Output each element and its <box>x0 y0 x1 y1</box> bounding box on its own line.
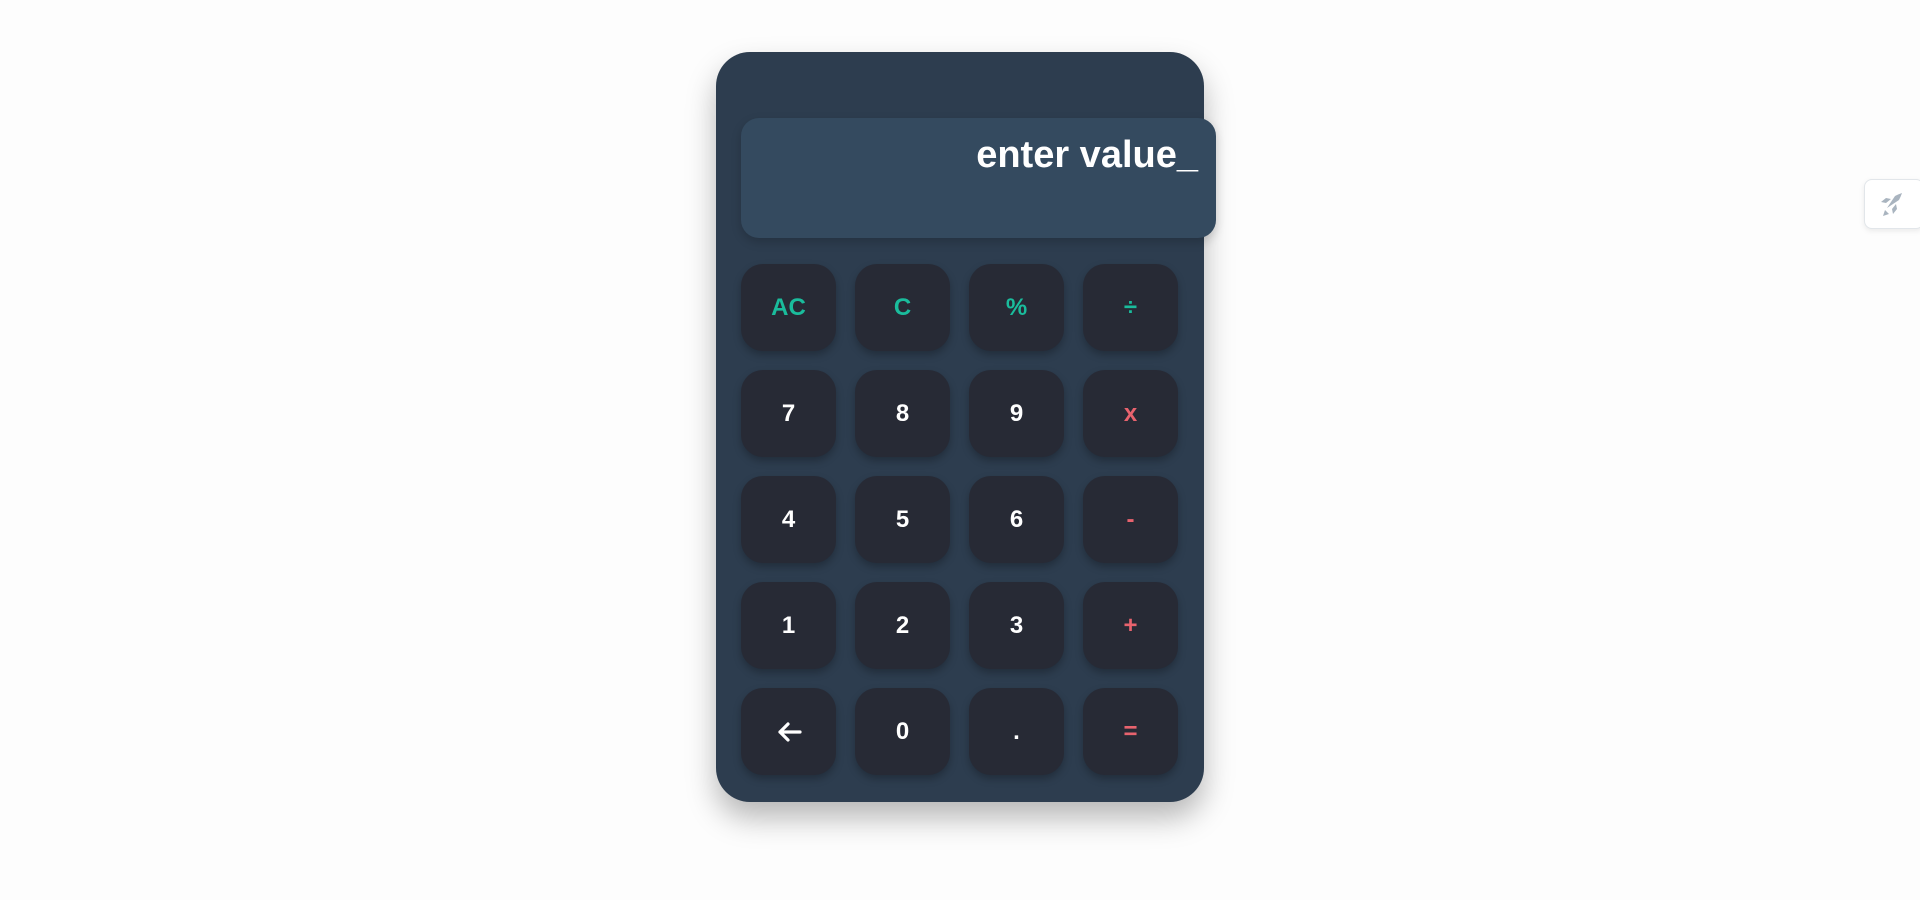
digit-0-button[interactable]: 0 <box>855 688 950 775</box>
digit-5-button[interactable]: 5 <box>855 476 950 563</box>
clear-button[interactable]: C <box>855 264 950 351</box>
digit-4-button[interactable]: 4 <box>741 476 836 563</box>
digit-7-button[interactable]: 7 <box>741 370 836 457</box>
digit-3-button[interactable]: 3 <box>969 582 1064 669</box>
equals-button[interactable]: = <box>1083 688 1178 775</box>
display-text: enter value_ <box>976 134 1198 176</box>
digit-1-button[interactable]: 1 <box>741 582 836 669</box>
rocket-icon <box>1881 193 1902 216</box>
side-badge[interactable] <box>1864 179 1920 229</box>
digit-8-button[interactable]: 8 <box>855 370 950 457</box>
digit-2-button[interactable]: 2 <box>855 582 950 669</box>
percent-button[interactable]: % <box>969 264 1064 351</box>
digit-9-button[interactable]: 9 <box>969 370 1064 457</box>
minus-button[interactable]: - <box>1083 476 1178 563</box>
backspace-button[interactable] <box>741 688 836 775</box>
digit-6-button[interactable]: 6 <box>969 476 1064 563</box>
calculator: enter value_ AC C % ÷ 7 8 9 x 4 5 6 - 1 … <box>716 52 1216 802</box>
plus-button[interactable]: + <box>1083 582 1178 669</box>
keypad: AC C % ÷ 7 8 9 x 4 5 6 - 1 2 3 + 0 . = <box>741 264 1178 775</box>
decimal-point-button[interactable]: . <box>969 688 1064 775</box>
divide-button[interactable]: ÷ <box>1083 264 1178 351</box>
multiply-button[interactable]: x <box>1083 370 1178 457</box>
arrow-left-icon <box>777 721 802 742</box>
display: enter value_ <box>741 118 1216 238</box>
all-clear-button[interactable]: AC <box>741 264 836 351</box>
